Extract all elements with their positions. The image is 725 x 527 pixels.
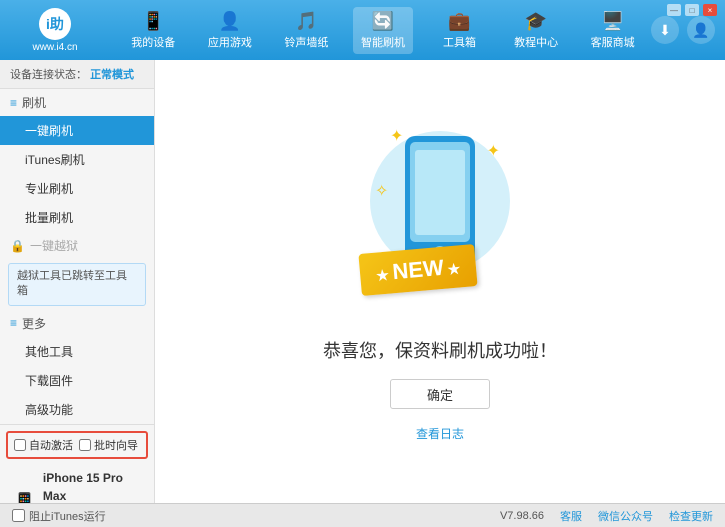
lock-icon: 🔒 xyxy=(10,239,25,253)
logo-url: www.i4.cn xyxy=(32,42,77,53)
sidebar-item-pro-flash[interactable]: 专业刷机 xyxy=(0,174,154,203)
sidebar-item-one-click-flash[interactable]: 一键刷机 xyxy=(0,116,154,145)
nav-tutorial[interactable]: 🎓 教程中心 xyxy=(506,7,566,54)
sidebar-item-batch-flash[interactable]: 批量刷机 xyxy=(0,203,154,232)
sidebar-item-download-firmware[interactable]: 下载固件 xyxy=(0,366,154,395)
nav-smart-flash[interactable]: 🔄 智能刷机 xyxy=(353,7,413,54)
nav-tutorial-label: 教程中心 xyxy=(514,34,558,50)
confirm-button[interactable]: 确定 xyxy=(390,379,490,409)
new-badge: NEW xyxy=(358,244,477,296)
sidebar: 设备连接状态： 正常模式 ≡ 刷机 一键刷机 iTunes刷机 专业刷机 xyxy=(0,60,155,503)
sparkle-3: ✧ xyxy=(375,181,388,201)
flash-section-header[interactable]: ≡ 刷机 xyxy=(0,89,154,116)
tutorial-icon: 🎓 xyxy=(525,11,547,32)
nav-service[interactable]: 🖥️ 客服商城 xyxy=(583,7,643,54)
nav-service-label: 客服商城 xyxy=(591,34,635,50)
itunes-checkbox-input[interactable] xyxy=(12,509,25,522)
phone-screen-inner xyxy=(415,150,465,235)
nav-toolbox-label: 工具箱 xyxy=(443,34,476,50)
nav-ringtones[interactable]: 🎵 铃声墙纸 xyxy=(276,7,336,54)
device-name: iPhone 15 Pro Max xyxy=(43,469,142,503)
phone-screen xyxy=(410,142,470,242)
wechat-link[interactable]: 微信公众号 xyxy=(598,508,653,524)
timed-guide-label: 批时向导 xyxy=(94,437,138,453)
window-controls: — □ × xyxy=(667,4,717,16)
nav-my-device[interactable]: 📱 我的设备 xyxy=(123,7,183,54)
auto-activate-input[interactable] xyxy=(14,439,26,451)
auto-activate-label: 自动激活 xyxy=(29,437,73,453)
header: i助 www.i4.cn 📱 我的设备 👤 应用游戏 🎵 铃声墙纸 🔄 智能刷机… xyxy=(0,0,725,60)
device-checkbox-row: 自动激活 批时向导 xyxy=(6,431,148,459)
itunes-label: 阻止iTunes运行 xyxy=(29,508,106,524)
header-right: ⬇ 👤 xyxy=(651,16,715,44)
toolbox-icon: 💼 xyxy=(448,11,470,32)
itunes-checkbox[interactable]: 阻止iTunes运行 xyxy=(12,508,106,524)
nav-apps-games[interactable]: 👤 应用游戏 xyxy=(200,7,260,54)
nav-my-device-label: 我的设备 xyxy=(131,34,175,50)
version-text: V7.98.66 xyxy=(500,510,544,522)
sidebar-item-other-tools[interactable]: 其他工具 xyxy=(0,337,154,366)
jailbreak-label: 一键越狱 xyxy=(30,237,78,254)
sidebar-bottom: 自动激活 批时向导 📱 iPhone 15 Pro Max 512GB iPho… xyxy=(0,424,154,503)
apps-icon: 👤 xyxy=(219,11,241,32)
my-device-icon: 📱 xyxy=(142,11,164,32)
success-container: ✦ ✦ ✧ NEW 恭喜您，保资料刷机成功啦！ 确 xyxy=(323,121,557,442)
more-section-label: 更多 xyxy=(22,315,46,332)
logo: i助 www.i4.cn xyxy=(10,8,100,53)
nav-smart-flash-label: 智能刷机 xyxy=(361,34,405,50)
logo-icon: i助 xyxy=(39,8,71,40)
success-text: 恭喜您，保资料刷机成功啦！ xyxy=(323,337,557,363)
close-button[interactable]: × xyxy=(703,4,717,16)
content-area: ✦ ✦ ✧ NEW 恭喜您，保资料刷机成功啦！ 确 xyxy=(155,60,725,503)
status-left: 阻止iTunes运行 xyxy=(12,508,106,524)
more-section: ≡ 更多 其他工具 下载固件 高级功能 xyxy=(0,310,154,424)
download-button[interactable]: ⬇ xyxy=(651,16,679,44)
timed-guide-checkbox[interactable]: 批时向导 xyxy=(79,437,138,453)
main-layout: 设备连接状态： 正常模式 ≡ 刷机 一键刷机 iTunes刷机 专业刷机 xyxy=(0,60,725,503)
status-value: 正常模式 xyxy=(90,69,134,81)
device-info: 📱 iPhone 15 Pro Max 512GB iPhone xyxy=(6,465,148,503)
flash-section-icon: ≡ xyxy=(10,96,17,110)
restore-button[interactable]: □ xyxy=(685,4,699,16)
sparkle-1: ✦ xyxy=(390,126,403,146)
device-details: iPhone 15 Pro Max 512GB iPhone xyxy=(43,469,142,503)
nav-bar: 📱 我的设备 👤 应用游戏 🎵 铃声墙纸 🔄 智能刷机 💼 工具箱 🎓 xyxy=(115,7,651,54)
status-right: V7.98.66 客服 微信公众号 检查更新 xyxy=(500,508,713,524)
smart-flash-icon: 🔄 xyxy=(372,11,394,32)
status-prefix: 设备连接状态： xyxy=(10,69,87,81)
phone-illustration: ✦ ✦ ✧ NEW xyxy=(360,121,520,321)
more-icon: ≡ xyxy=(10,316,17,330)
jailbreak-section-header: 🔒 一键越狱 xyxy=(0,232,154,259)
sidebar-status: 设备连接状态： 正常模式 xyxy=(0,60,154,89)
sidebar-item-advanced[interactable]: 高级功能 xyxy=(0,395,154,424)
nav-toolbox[interactable]: 💼 工具箱 xyxy=(430,7,490,54)
check-update-link[interactable]: 检查更新 xyxy=(669,508,713,524)
timed-guide-input[interactable] xyxy=(79,439,91,451)
auto-activate-checkbox[interactable]: 自动激活 xyxy=(14,437,73,453)
flash-section-label: 刷机 xyxy=(22,94,46,111)
flash-section: ≡ 刷机 一键刷机 iTunes刷机 专业刷机 批量刷机 xyxy=(0,89,154,232)
status-bar: 阻止iTunes运行 V7.98.66 客服 微信公众号 检查更新 xyxy=(0,503,725,527)
ringtones-icon: 🎵 xyxy=(295,11,317,32)
jailbreak-notice: 越狱工具已跳转至工具箱 xyxy=(8,263,146,306)
nav-ringtones-label: 铃声墙纸 xyxy=(284,34,328,50)
sidebar-item-itunes-flash[interactable]: iTunes刷机 xyxy=(0,145,154,174)
jailbreak-section: 🔒 一键越狱 越狱工具已跳转至工具箱 xyxy=(0,232,154,310)
more-section-header[interactable]: ≡ 更多 xyxy=(0,310,154,337)
minimize-button[interactable]: — xyxy=(667,4,681,16)
service-icon: 🖥️ xyxy=(601,11,623,32)
device-phone-icon: 📱 xyxy=(12,491,37,503)
nav-apps-label: 应用游戏 xyxy=(208,34,252,50)
user-button[interactable]: 👤 xyxy=(687,16,715,44)
sparkle-2: ✦ xyxy=(487,141,500,161)
customer-service-link[interactable]: 客服 xyxy=(560,508,582,524)
log-link[interactable]: 查看日志 xyxy=(416,425,464,442)
